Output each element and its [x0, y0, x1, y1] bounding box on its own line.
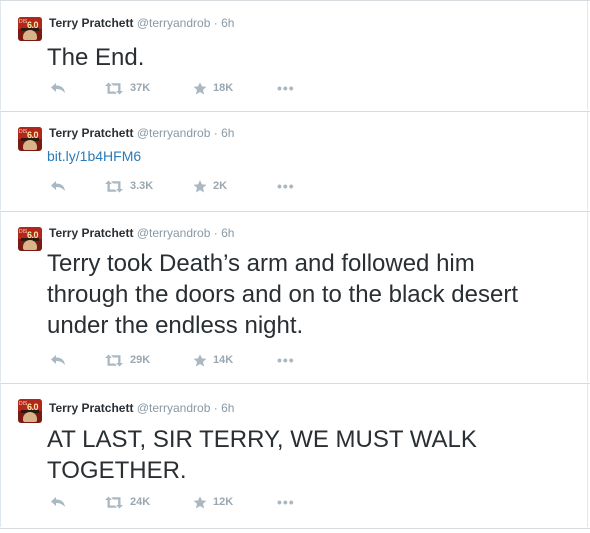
favorite-button[interactable]: 12K — [193, 492, 233, 512]
more-icon: ••• — [277, 178, 295, 194]
favorite-count: 2K — [213, 180, 228, 192]
tweet-link[interactable]: bit.ly/1b4HFM6 — [47, 148, 577, 164]
author-name[interactable]: Terry Pratchett — [49, 226, 133, 240]
timestamp[interactable]: 6h — [221, 401, 234, 415]
header-separator: · — [213, 226, 218, 240]
author-name[interactable]: Terry Pratchett — [49, 126, 133, 140]
author-handle[interactable]: @terryandrob — [137, 126, 211, 140]
tweet-text: AT LAST, SIR TERRY, WE MUST WALK TOGETHE… — [47, 426, 477, 484]
star-icon — [193, 495, 207, 508]
more-button[interactable]: ••• — [277, 176, 295, 196]
tweet[interactable]: DIS 6.0 Terry Pratchett @terryandrob · 6… — [0, 384, 588, 527]
reply-icon — [51, 83, 65, 93]
tweet-text: Terry took Death’s arm and followed him … — [47, 250, 518, 339]
tweet[interactable]: DIS 6.0 Terry Pratchett @terryandrob · 6… — [0, 112, 588, 210]
avatar[interactable]: DIS 6.0 — [18, 127, 42, 151]
avatar-badge: 6.0 — [27, 130, 39, 140]
retweet-button[interactable]: 3.3K — [104, 176, 153, 196]
retweet-icon — [105, 82, 123, 94]
retweet-count: 29K — [130, 354, 151, 366]
tweet-actions: 29K 14K ••• — [1, 350, 589, 370]
author-handle[interactable]: @terryandrob — [137, 401, 211, 415]
author-handle[interactable]: @terryandrob — [137, 226, 211, 240]
tweet-header: Terry Pratchett @terryandrob · 6h — [49, 126, 234, 140]
retweet-icon — [105, 496, 123, 508]
tweet-actions: 3.3K 2K ••• — [1, 176, 589, 196]
tweet-actions: 37K 18K ••• — [1, 78, 589, 98]
favorite-button[interactable]: 2K — [193, 176, 227, 196]
reply-icon — [51, 355, 65, 365]
avatar[interactable]: DIS 6.0 — [18, 399, 42, 423]
reply-icon — [51, 181, 65, 191]
more-button[interactable]: ••• — [277, 78, 295, 98]
avatar-badge: 6.0 — [27, 230, 39, 240]
reply-icon — [51, 497, 65, 507]
avatar[interactable]: DIS 6.0 — [18, 227, 42, 251]
tweet[interactable]: DIS 6.0 Terry Pratchett @terryandrob · 6… — [0, 1, 588, 110]
star-icon — [193, 353, 207, 366]
favorite-button[interactable]: 14K — [193, 350, 233, 370]
avatar[interactable]: DIS 6.0 — [18, 17, 42, 41]
author-name[interactable]: Terry Pratchett — [49, 401, 133, 415]
retweet-count: 3.3K — [130, 180, 154, 192]
star-icon — [193, 179, 207, 192]
header-separator: · — [213, 126, 218, 140]
tweet[interactable]: DIS 6.0 Terry Pratchett @terryandrob · 6… — [0, 212, 588, 382]
favorite-button[interactable]: 18K — [193, 78, 233, 98]
retweet-button[interactable]: 29K — [104, 350, 150, 370]
author-handle[interactable]: @terryandrob — [137, 16, 211, 30]
retweet-button[interactable]: 24K — [104, 492, 150, 512]
retweet-icon — [105, 180, 123, 192]
tweet-actions: 24K 12K ••• — [1, 492, 589, 512]
tweet-header: Terry Pratchett @terryandrob · 6h — [49, 16, 234, 30]
timestamp[interactable]: 6h — [221, 126, 234, 140]
favorite-count: 14K — [213, 354, 234, 366]
star-icon — [193, 81, 207, 94]
more-button[interactable]: ••• — [277, 492, 295, 512]
retweet-count: 37K — [130, 82, 151, 94]
avatar-badge: 6.0 — [27, 20, 39, 30]
timestamp[interactable]: 6h — [221, 226, 234, 240]
favorite-count: 18K — [213, 82, 234, 94]
reply-button[interactable] — [50, 350, 66, 370]
reply-button[interactable] — [50, 78, 66, 98]
retweet-button[interactable]: 37K — [104, 78, 150, 98]
more-icon: ••• — [277, 494, 295, 510]
tweet-text: The End. — [47, 44, 145, 71]
tweet-divider — [0, 528, 590, 529]
reply-button[interactable] — [50, 176, 66, 196]
header-separator: · — [213, 16, 218, 30]
tweet-header: Terry Pratchett @terryandrob · 6h — [49, 226, 234, 240]
more-icon: ••• — [277, 80, 295, 96]
reply-button[interactable] — [50, 492, 66, 512]
more-icon: ••• — [277, 352, 295, 368]
more-button[interactable]: ••• — [277, 350, 295, 370]
timeline: DIS 6.0 Terry Pratchett @terryandrob · 6… — [0, 0, 590, 533]
retweet-icon — [105, 354, 123, 366]
avatar-badge: 6.0 — [27, 402, 39, 412]
tweet-header: Terry Pratchett @terryandrob · 6h — [49, 401, 234, 415]
retweet-count: 24K — [130, 496, 151, 508]
author-name[interactable]: Terry Pratchett — [49, 16, 133, 30]
header-separator: · — [213, 401, 218, 415]
favorite-count: 12K — [213, 496, 234, 508]
timestamp[interactable]: 6h — [221, 16, 234, 30]
